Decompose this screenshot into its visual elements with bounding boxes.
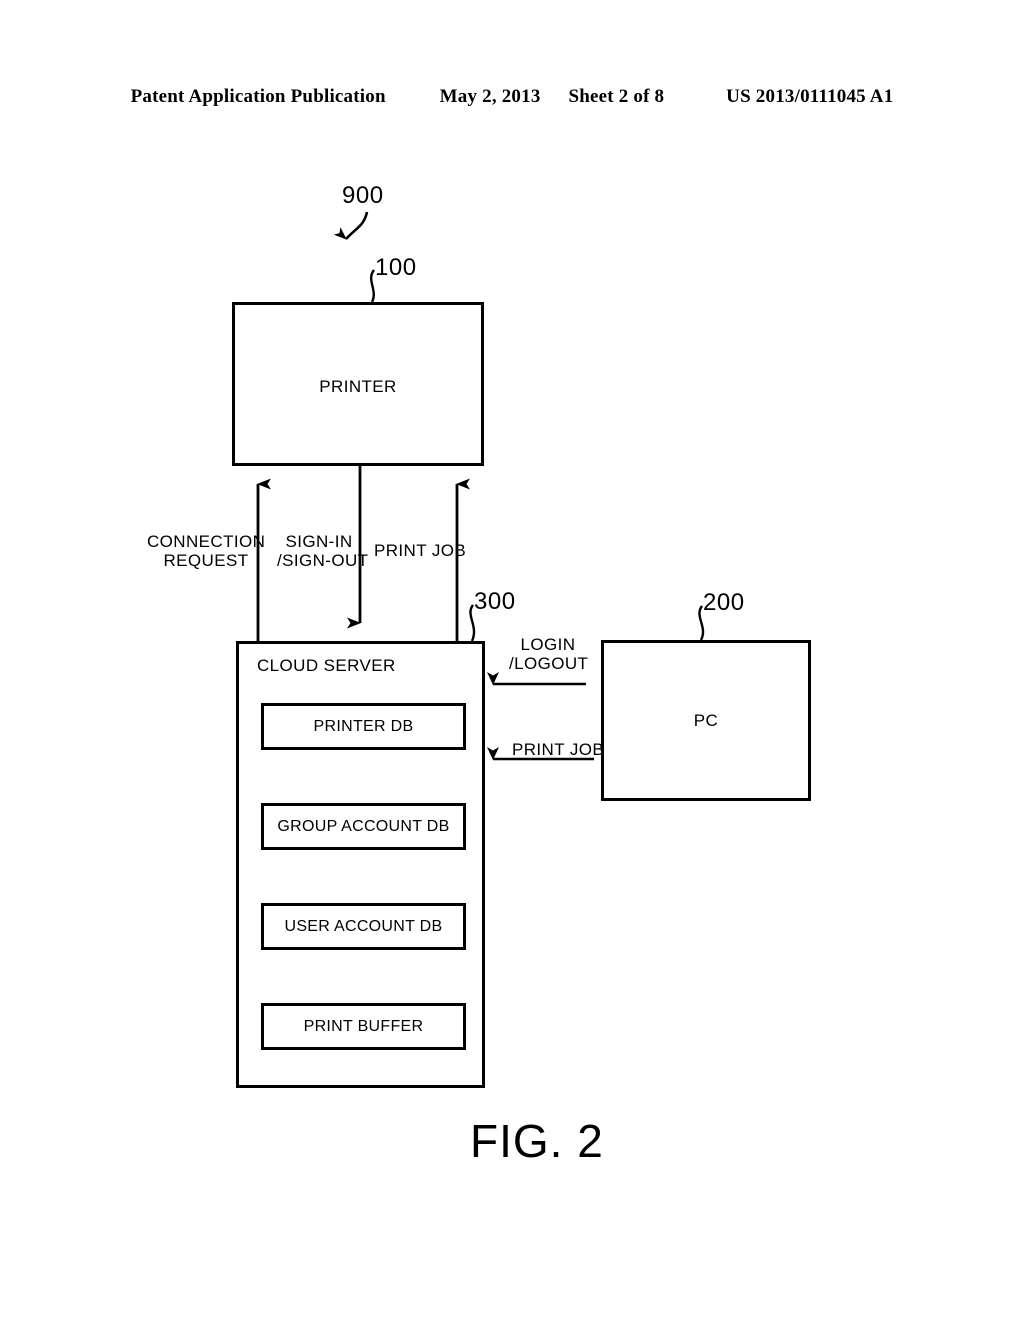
reference-numeral-300: 300 [474,588,516,615]
group-account-db-label: GROUP ACCOUNT DB [277,817,450,835]
flow-label-logout-line2: /LOGOUT [509,654,589,674]
flow-label-login-line1: LOGIN [520,635,576,654]
flow-label-login-logout: LOGIN /LOGOUT [509,635,589,674]
flow-label-sign-out-line2: /SIGN-OUT [277,551,369,571]
group-account-db-component: GROUP ACCOUNT DB [261,803,466,850]
flow-label-print-job-pc: PRINT JOB [512,740,605,759]
cloud-server-node: CLOUD SERVER PRINTER DB GROUP ACCOUNT DB… [236,641,485,1088]
figure-diagram: 900 100 300 200 541 542 543 545 PRINTER … [0,0,1024,1320]
figure-caption: FIG. 2 [470,1115,604,1167]
flow-label-connection-request-line2: REQUEST [163,551,249,571]
flow-label-print-job-printer: PRINT JOB [374,541,467,560]
leader-900 [333,211,369,240]
reference-numeral-200: 200 [703,589,745,616]
printer-db-label: PRINTER DB [313,717,414,735]
printer-node-label: PRINTER [319,377,397,396]
printer-node: PRINTER [232,302,484,466]
flow-label-connection-request: CONNECTION REQUEST [147,532,265,570]
reference-numeral-100: 100 [375,254,417,281]
pc-node-label: PC [693,711,719,730]
user-account-db-label: USER ACCOUNT DB [284,917,443,935]
reference-numeral-900: 900 [342,182,384,209]
print-buffer-component: PRINT BUFFER [261,1003,466,1050]
flow-label-sign-in-sign-out: SIGN-IN /SIGN-OUT [277,532,369,571]
cloud-server-node-label: CLOUD SERVER [257,656,396,675]
pc-node: PC [601,640,811,801]
printer-db-component: PRINTER DB [261,703,466,750]
print-buffer-label: PRINT BUFFER [303,1017,424,1035]
flow-label-sign-in-line1: SIGN-IN [285,532,353,551]
flow-label-connection-request-line1: CONNECTION [147,532,266,551]
leader-100 [369,269,376,303]
user-account-db-component: USER ACCOUNT DB [261,903,466,950]
